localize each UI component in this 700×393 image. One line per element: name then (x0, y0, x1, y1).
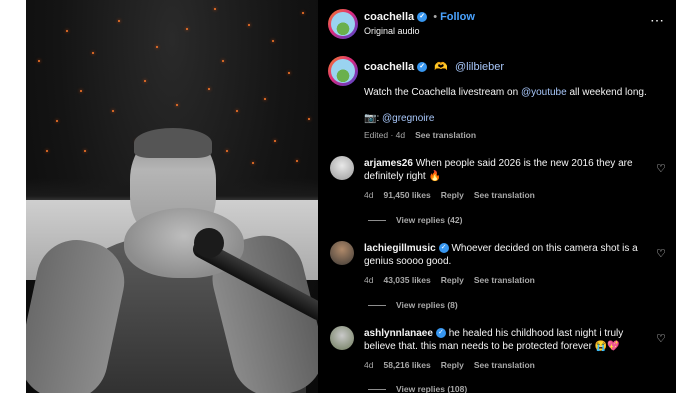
verified-badge-icon: ✓ (435, 328, 446, 339)
caption-author-line: coachella ✓ 🫶 @lilbieber (364, 60, 504, 73)
caption-meta: Edited · 4d See translation (364, 130, 486, 140)
comment-text-line2: genius soooo good. (364, 256, 452, 267)
commenter-avatar[interactable] (330, 241, 354, 265)
verified-badge-icon: ✓ (417, 62, 428, 73)
commenter-avatar[interactable] (330, 156, 354, 180)
reply-button[interactable]: Reply (441, 190, 464, 200)
comment-body: arjames26 When people said 2026 is the n… (364, 158, 633, 169)
separator-dot: • (433, 11, 438, 23)
audio-label[interactable]: Original audio (364, 26, 420, 36)
comment-age: 4d (364, 275, 374, 285)
caption-author-avatar[interactable] (328, 56, 358, 86)
see-translation-button[interactable]: See translation (474, 190, 535, 200)
caption-author-username[interactable]: coachella (364, 61, 414, 73)
commenter-username[interactable]: ashlynnlanaee (364, 328, 433, 339)
mention-youtube[interactable]: @youtube (521, 87, 567, 98)
like-heart-icon[interactable]: ♡ (656, 247, 666, 260)
post-media-video[interactable] (26, 0, 318, 393)
view-replies-button[interactable]: View replies (108) (368, 384, 467, 393)
commenter-username[interactable]: lachiegillmusic (364, 243, 436, 254)
author-username[interactable]: coachella ✓ • Follow (364, 11, 475, 23)
post-details-panel: coachella ✓ • Follow Original audio ⋯ coac… (318, 0, 676, 393)
replies-divider (368, 389, 386, 391)
verified-badge-icon: ✓ (417, 12, 428, 23)
more-options-icon[interactable]: ⋯ (650, 12, 665, 29)
like-heart-icon[interactable]: ♡ (656, 162, 666, 175)
commenter-avatar[interactable] (330, 326, 354, 350)
mention-gregnoire[interactable]: @gregnoire (382, 113, 434, 124)
comment-text-line2: definitely right 🔥 (364, 171, 441, 182)
author-avatar[interactable] (328, 9, 358, 39)
view-replies-button[interactable]: View replies (42) (368, 215, 462, 225)
microphone-head (194, 228, 224, 258)
left-margin (0, 0, 26, 393)
replies-divider (368, 220, 386, 222)
comment-age: 4d (364, 360, 374, 370)
comment-body: ashlynnlanaee ✓ he healed his childhood l… (364, 328, 624, 339)
right-margin (676, 0, 700, 393)
like-heart-icon[interactable]: ♡ (656, 332, 666, 345)
see-translation-button[interactable]: See translation (474, 360, 535, 370)
follow-button[interactable]: Follow (440, 11, 475, 23)
comment-meta: 4d 58,216 likes Reply See translation (364, 360, 545, 370)
comment-age: 4d (364, 190, 374, 200)
edited-timestamp: Edited · 4d (364, 130, 406, 140)
comment-meta: 4d 91,450 likes Reply See translation (364, 190, 545, 200)
comment-body: lachiegillmusic ✓ Whoever decided on this… (364, 243, 638, 254)
collab-emoji-icon: 🫶 (434, 61, 448, 73)
reply-button[interactable]: Reply (441, 360, 464, 370)
comment-likes[interactable]: 58,216 likes (383, 360, 430, 370)
mention-lilbieber[interactable]: @lilbieber (455, 61, 504, 73)
verified-badge-icon: ✓ (438, 243, 449, 254)
comment-likes[interactable]: 43,035 likes (383, 275, 430, 285)
comment-meta: 4d 43,035 likes Reply See translation (364, 275, 545, 285)
view-replies-button[interactable]: View replies (8) (368, 300, 458, 310)
performer-hair (134, 128, 212, 158)
replies-divider (368, 305, 386, 307)
comment-likes[interactable]: 91,450 likes (383, 190, 430, 200)
caption-text: Watch the Coachella livestream on @youtu… (364, 87, 647, 98)
see-translation-button[interactable]: See translation (474, 275, 535, 285)
reply-button[interactable]: Reply (441, 275, 464, 285)
caption-see-translation[interactable]: See translation (415, 130, 476, 140)
photo-credit: 📷: @gregnoire (364, 113, 435, 124)
commenter-username[interactable]: arjames26 (364, 158, 413, 169)
comment-text-line2: believe that. this man needs to be prote… (364, 341, 620, 352)
